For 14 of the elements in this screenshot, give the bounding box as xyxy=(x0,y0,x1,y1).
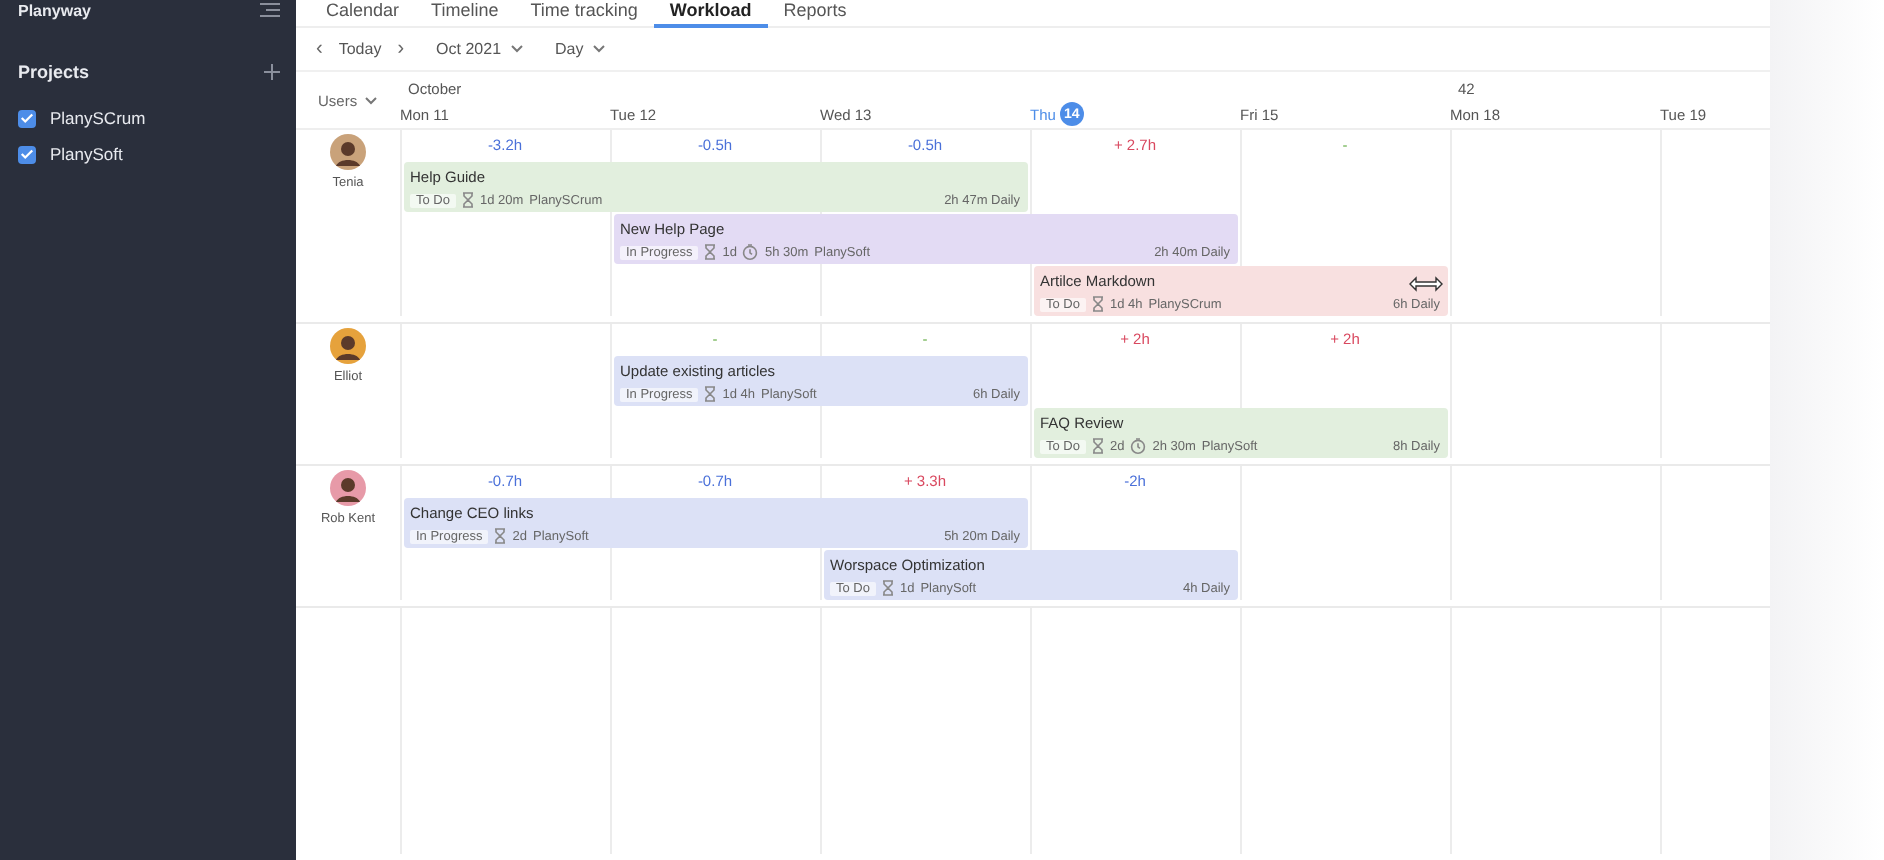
tab[interactable]: Reports xyxy=(767,0,863,28)
tab[interactable]: Calendar xyxy=(310,0,416,28)
tab[interactable]: Workload xyxy=(653,0,768,28)
next-button[interactable]: › xyxy=(397,38,405,60)
previous-button[interactable]: ‹ xyxy=(316,38,323,60)
tab[interactable]: Time tracking xyxy=(514,0,654,28)
app-logo: Planyway xyxy=(18,1,91,19)
today-button[interactable]: Today xyxy=(338,40,382,58)
scale-dropdown[interactable]: Day xyxy=(555,40,606,58)
period-dropdown[interactable]: Oct 2021 xyxy=(436,40,524,58)
project-name[interactable]: PlanySCrum xyxy=(50,108,146,128)
section-title: Projects xyxy=(18,62,90,82)
project-name[interactable]: PlanySoft xyxy=(50,144,123,164)
tab[interactable]: Timeline xyxy=(415,0,515,28)
